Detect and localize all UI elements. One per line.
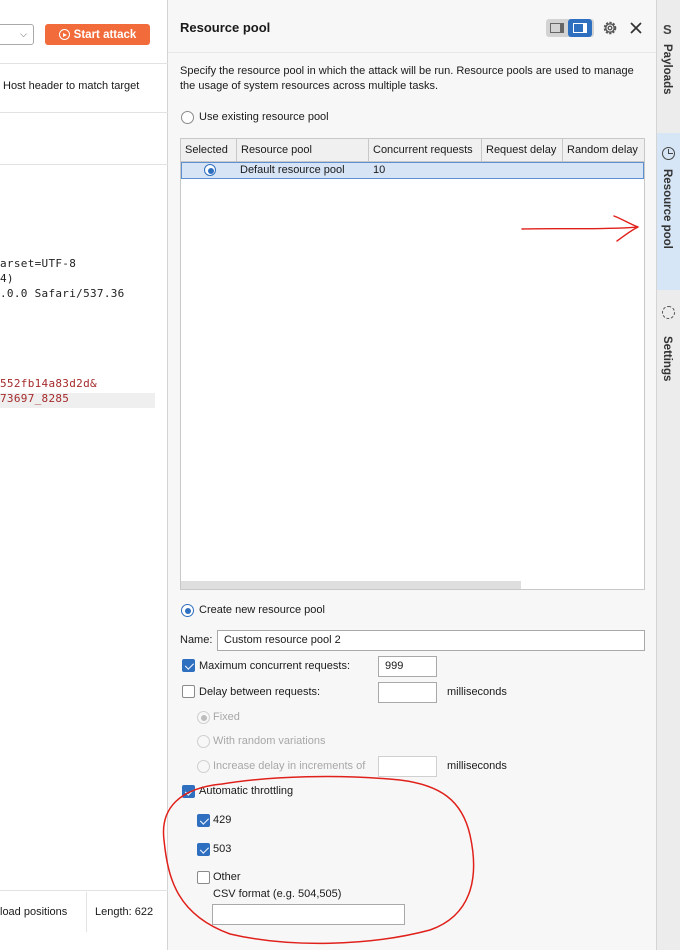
increase-delay-input[interactable] — [378, 756, 437, 777]
column-header-pool[interactable]: Resource pool — [237, 139, 369, 162]
auto-throttling-label: Automatic throttling — [199, 785, 294, 797]
tab-payloads-label: Payloads — [661, 44, 673, 95]
status-429-label: 429 — [213, 814, 232, 826]
table-row[interactable]: Default resource pool 10 — [181, 162, 644, 179]
other-status-label: Other — [213, 871, 241, 883]
fixed-radio[interactable] — [197, 711, 210, 724]
code-line-payload: 552fb14a83d2d& — [0, 377, 97, 390]
gauge-icon — [662, 147, 675, 160]
tab-settings-label: Settings — [661, 336, 673, 382]
layout-toggle[interactable] — [546, 19, 594, 37]
request-length: Length: 622 — [95, 906, 154, 918]
max-concurrent-label: Maximum concurrent requests: — [199, 660, 350, 672]
auto-throttling-checkbox[interactable] — [182, 785, 195, 798]
request-editor-pane: ⌵ Start attack Host header to match targ… — [0, 0, 168, 950]
resource-pool-table: Selected Resource pool Concurrent reques… — [180, 138, 645, 590]
delay-input[interactable] — [378, 682, 437, 703]
close-icon[interactable] — [626, 18, 646, 38]
increase-delay-unit: milliseconds — [447, 760, 507, 772]
other-status-input[interactable] — [212, 904, 405, 925]
editor-toolbar: ⌵ Start attack — [0, 0, 168, 64]
use-existing-radio[interactable] — [181, 111, 194, 124]
code-line-payload: 73697_8285 — [0, 392, 70, 405]
attack-type-dropdown[interactable]: ⌵ — [0, 24, 34, 45]
increase-delay-radio[interactable] — [197, 760, 210, 773]
delay-label: Delay between requests: — [199, 686, 321, 698]
tab-payloads[interactable]: S Payloads — [657, 12, 680, 120]
start-attack-button[interactable]: Start attack — [45, 24, 150, 45]
table-cell-pool: Default resource pool — [240, 164, 345, 176]
status-429-checkbox[interactable] — [197, 814, 210, 827]
code-line: 4) — [0, 272, 14, 285]
start-attack-label: Start attack — [73, 28, 137, 41]
delay-checkbox[interactable] — [182, 685, 195, 698]
layout-side-icon[interactable] — [568, 19, 592, 37]
code-line: arset=UTF-8 — [0, 257, 77, 270]
use-existing-label[interactable]: Use existing resource pool — [199, 111, 329, 123]
dollar-icon: S — [663, 22, 672, 37]
pool-name-input[interactable]: Custom resource pool 2 — [217, 630, 645, 651]
status-503-label: 503 — [213, 843, 232, 855]
status-503-checkbox[interactable] — [197, 843, 210, 856]
horizontal-scrollbar[interactable] — [181, 581, 521, 589]
tab-resource-pool[interactable]: Resource pool — [657, 133, 680, 290]
play-icon — [58, 29, 70, 40]
column-header-selected[interactable]: Selected — [181, 139, 237, 162]
random-variations-radio[interactable] — [197, 735, 210, 748]
layout-bottom-icon[interactable] — [546, 19, 568, 37]
random-variations-label: With random variations — [213, 735, 326, 747]
divider — [86, 892, 87, 932]
name-label: Name: — [180, 634, 213, 646]
divider — [0, 164, 168, 165]
delay-unit: milliseconds — [447, 686, 507, 698]
create-new-radio[interactable] — [181, 604, 194, 617]
divider — [0, 890, 168, 891]
max-concurrent-input[interactable]: 999 — [378, 656, 437, 677]
code-line: .0.0 Safari/537.36 — [0, 287, 125, 300]
panel-title: Resource pool — [180, 20, 271, 35]
resource-pool-panel: Resource pool Specify the resource pool … — [168, 0, 656, 950]
divider — [0, 112, 168, 113]
create-new-label[interactable]: Create new resource pool — [199, 604, 325, 616]
column-header-request-delay[interactable]: Request delay — [482, 139, 563, 162]
other-status-checkbox[interactable] — [197, 871, 210, 884]
host-header-option[interactable]: Host header to match target — [3, 80, 139, 92]
tab-resource-pool-label: Resource pool — [661, 169, 673, 249]
panel-description: Specify the resource pool in which the a… — [180, 65, 634, 92]
side-tab-bar: S Payloads Resource pool Settings — [656, 0, 680, 950]
column-header-random-delay[interactable]: Random delay — [563, 139, 644, 162]
csv-format-hint: CSV format (e.g. 504,505) — [213, 888, 342, 900]
gear-icon[interactable] — [600, 18, 620, 38]
payload-positions-button[interactable]: load positions — [0, 906, 67, 918]
table-cell-concurrent: 10 — [373, 164, 386, 176]
row-selected-radio[interactable] — [204, 164, 216, 176]
chevron-down-icon: ⌵ — [20, 29, 27, 39]
max-concurrent-checkbox[interactable] — [182, 659, 195, 672]
table-header: Selected Resource pool Concurrent reques… — [181, 139, 644, 162]
gear-icon — [662, 306, 675, 319]
column-header-concurrent[interactable]: Concurrent requests — [369, 139, 482, 162]
tab-settings[interactable]: Settings — [657, 300, 680, 410]
divider — [168, 52, 656, 53]
fixed-label: Fixed — [213, 711, 240, 723]
increase-delay-label: Increase delay in increments of — [213, 760, 366, 772]
